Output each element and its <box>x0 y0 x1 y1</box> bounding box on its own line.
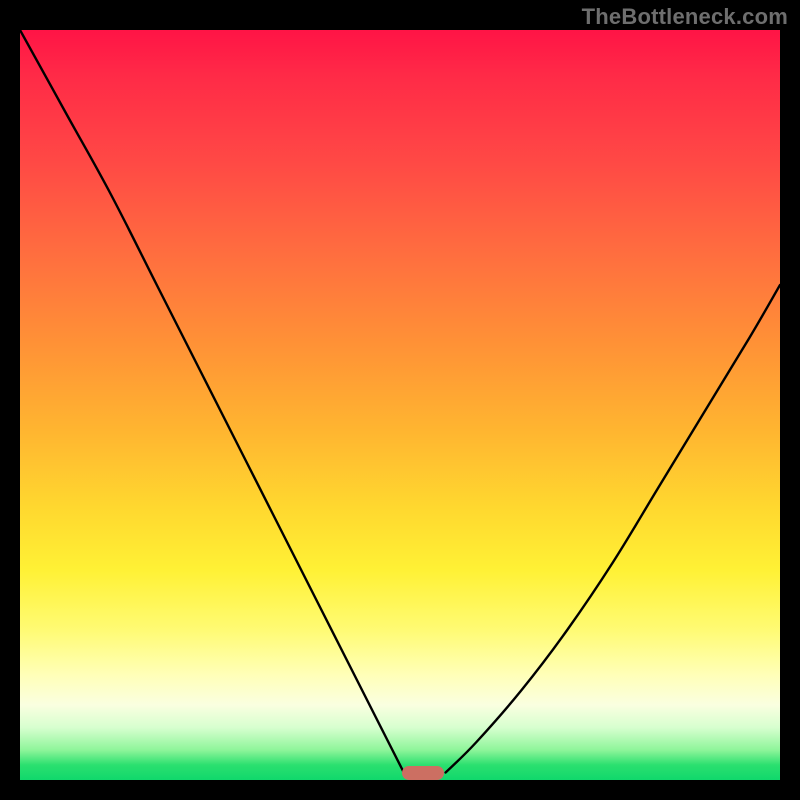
bottleneck-curve <box>20 30 780 780</box>
bottleneck-marker <box>402 766 444 780</box>
curve-left-branch <box>20 30 404 773</box>
curve-right-branch <box>446 285 780 773</box>
watermark-text: TheBottleneck.com <box>582 4 788 30</box>
chart-frame: TheBottleneck.com <box>0 0 800 800</box>
plot-area <box>20 30 780 780</box>
